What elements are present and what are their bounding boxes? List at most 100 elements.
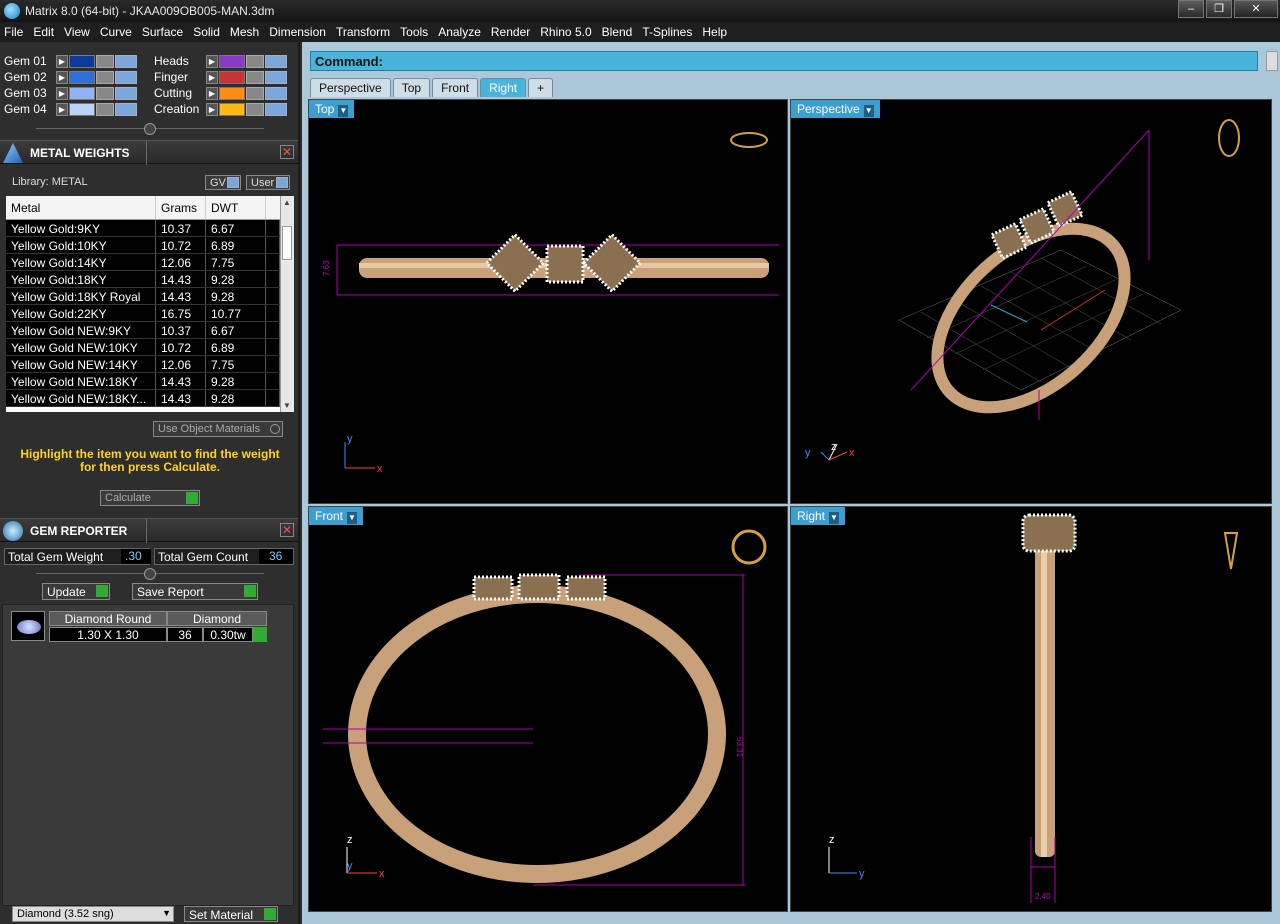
- column-dwt[interactable]: DWT: [206, 196, 266, 219]
- play-icon[interactable]: ▶: [56, 102, 68, 116]
- menu-surface[interactable]: Surface: [142, 25, 183, 39]
- lock-icon[interactable]: [96, 86, 114, 100]
- layer-color-swatch[interactable]: [69, 54, 95, 68]
- visibility-icon[interactable]: [265, 102, 287, 116]
- gem-play-button[interactable]: [253, 627, 267, 642]
- maximize-button[interactable]: ❐: [1206, 0, 1232, 18]
- lock-icon[interactable]: [246, 54, 264, 68]
- viewport-front[interactable]: Front ▼ 53.31 z y x: [308, 506, 788, 912]
- visibility-icon[interactable]: [265, 70, 287, 84]
- table-row[interactable]: Yellow Gold:18KY 14.43 9.28: [6, 271, 294, 288]
- layer-row[interactable]: Heads ▶: [154, 53, 287, 69]
- menu-curve[interactable]: Curve: [100, 25, 132, 39]
- visibility-icon[interactable]: [115, 70, 137, 84]
- visibility-icon[interactable]: [115, 54, 137, 68]
- table-row[interactable]: Yellow Gold:14KY 12.06 7.75: [6, 254, 294, 271]
- menu-file[interactable]: File: [4, 25, 23, 39]
- menu-help[interactable]: Help: [702, 25, 727, 39]
- gem-reporter-close-button[interactable]: ✕: [280, 523, 294, 537]
- layer-color-swatch[interactable]: [219, 54, 245, 68]
- viewport-perspective[interactable]: Perspective ▼ y z x: [790, 99, 1272, 504]
- minimize-button[interactable]: –: [1178, 0, 1204, 18]
- gv-toggle[interactable]: GV: [205, 175, 241, 190]
- layer-row[interactable]: Finger ▶: [154, 69, 287, 85]
- play-icon[interactable]: ▶: [206, 86, 218, 100]
- menu-edit[interactable]: Edit: [33, 25, 54, 39]
- play-icon[interactable]: ▶: [206, 54, 218, 68]
- table-row[interactable]: Yellow Gold NEW:18KY... 14.43 9.28: [6, 390, 294, 407]
- tab-right[interactable]: Right: [480, 78, 527, 97]
- layer-color-swatch[interactable]: [69, 86, 95, 100]
- layer-name: Cutting: [154, 86, 193, 100]
- layer-row[interactable]: Gem 01 ▶: [4, 53, 137, 69]
- menu-tsplines[interactable]: T-Splines: [642, 25, 692, 39]
- table-row[interactable]: Yellow Gold NEW:14KY 12.06 7.75: [6, 356, 294, 373]
- layer-row[interactable]: Cutting ▶: [154, 85, 287, 101]
- visibility-icon[interactable]: [115, 86, 137, 100]
- play-icon[interactable]: ▶: [56, 86, 68, 100]
- table-row[interactable]: Yellow Gold:9KY 10.37 6.67: [6, 220, 294, 237]
- calculate-button[interactable]: Calculate: [100, 490, 200, 506]
- layer-color-swatch[interactable]: [69, 70, 95, 84]
- table-row[interactable]: Yellow Gold NEW:18KY 14.43 9.28: [6, 373, 294, 390]
- layer-color-swatch[interactable]: [69, 102, 95, 116]
- visibility-icon[interactable]: [265, 86, 287, 100]
- menu-rhino[interactable]: Rhino 5.0: [540, 25, 591, 39]
- lock-icon[interactable]: [96, 102, 114, 116]
- menu-mesh[interactable]: Mesh: [230, 25, 259, 39]
- menu-blend[interactable]: Blend: [602, 25, 633, 39]
- add-tab-button[interactable]: +: [528, 78, 554, 97]
- play-icon[interactable]: ▶: [206, 102, 218, 116]
- layer-color-swatch[interactable]: [219, 70, 245, 84]
- table-row[interactable]: Yellow Gold NEW:10KY 10.72 6.89: [6, 339, 294, 356]
- menu-transform[interactable]: Transform: [336, 25, 390, 39]
- play-icon[interactable]: ▶: [56, 70, 68, 84]
- viewport-top[interactable]: Top ▼ 7.63 y x: [308, 99, 788, 504]
- gem-list-item[interactable]: Diamond Round Diamond 1.30 X 1.30 36 0.3…: [9, 609, 271, 643]
- menu-analyze[interactable]: Analyze: [438, 25, 481, 39]
- tab-top[interactable]: Top: [392, 78, 431, 97]
- close-button[interactable]: ✕: [1234, 0, 1278, 18]
- column-grams[interactable]: Grams: [156, 196, 206, 219]
- command-bar[interactable]: Command:: [310, 51, 1258, 71]
- table-row[interactable]: Yellow Gold NEW:9KY 10.37 6.67: [6, 322, 294, 339]
- visibility-icon[interactable]: [265, 54, 287, 68]
- command-scrollbar[interactable]: [1266, 51, 1278, 71]
- set-material-button[interactable]: Set Material: [184, 906, 278, 922]
- play-icon[interactable]: ▶: [206, 70, 218, 84]
- material-select[interactable]: Diamond (3.52 sng) ▼: [12, 906, 174, 922]
- tab-front[interactable]: Front: [432, 78, 479, 97]
- update-button[interactable]: Update: [42, 583, 110, 600]
- gem-collapse-handle-icon[interactable]: [144, 568, 156, 580]
- layer-row[interactable]: Gem 03 ▶: [4, 85, 137, 101]
- save-report-button[interactable]: Save Report: [132, 583, 258, 600]
- visibility-icon[interactable]: [115, 102, 137, 116]
- collapse-handle-icon[interactable]: [144, 123, 156, 135]
- layer-row[interactable]: Gem 02 ▶: [4, 69, 137, 85]
- lock-icon[interactable]: [96, 70, 114, 84]
- menu-tools[interactable]: Tools: [400, 25, 428, 39]
- lock-icon[interactable]: [246, 86, 264, 100]
- layer-row[interactable]: Creation ▶: [154, 101, 287, 117]
- layer-row[interactable]: Gem 04 ▶: [4, 101, 137, 117]
- layer-color-swatch[interactable]: [219, 102, 245, 116]
- lock-icon[interactable]: [246, 70, 264, 84]
- viewport-right[interactable]: Right ▼ 2.40 z y: [790, 506, 1272, 912]
- column-metal[interactable]: Metal: [6, 196, 156, 219]
- lock-icon[interactable]: [96, 54, 114, 68]
- menu-render[interactable]: Render: [491, 25, 530, 39]
- table-row[interactable]: Yellow Gold:10KY 10.72 6.89: [6, 237, 294, 254]
- tab-perspective[interactable]: Perspective: [310, 78, 391, 97]
- layer-color-swatch[interactable]: [219, 86, 245, 100]
- table-scrollbar[interactable]: ▲ ▼: [280, 196, 294, 412]
- use-object-materials-checkbox[interactable]: Use Object Materials: [153, 421, 283, 437]
- menu-solid[interactable]: Solid: [193, 25, 220, 39]
- table-row[interactable]: Yellow Gold:22KY 16.75 10.77: [6, 305, 294, 322]
- table-row[interactable]: Yellow Gold:18KY Royal 14.43 9.28: [6, 288, 294, 305]
- menu-view[interactable]: View: [64, 25, 90, 39]
- play-icon[interactable]: ▶: [56, 54, 68, 68]
- menu-dimension[interactable]: Dimension: [269, 25, 326, 39]
- metal-weights-close-button[interactable]: ✕: [280, 145, 294, 159]
- user-toggle[interactable]: User: [246, 175, 290, 190]
- lock-icon[interactable]: [246, 102, 264, 116]
